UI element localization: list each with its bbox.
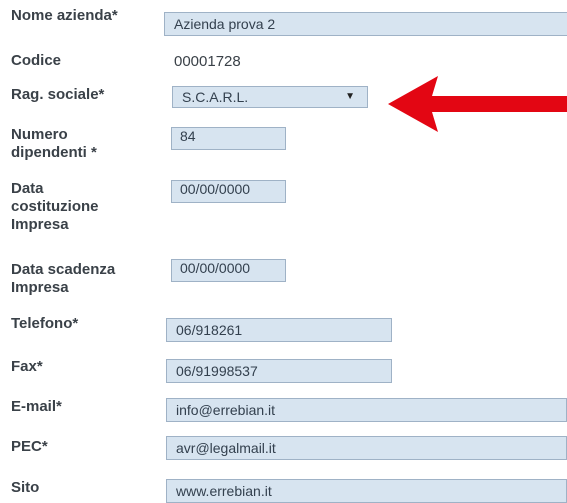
label-rag-sociale: Rag. sociale* (11, 86, 105, 103)
label-telefono: Telefono* (11, 315, 79, 332)
sito-input[interactable]: www.errebian.it (166, 479, 567, 503)
red-arrow-annotation-icon (388, 76, 567, 132)
label-numero-dipendenti-line2: dipendenti * (11, 144, 97, 161)
label-data-costituzione-line1: Data (11, 180, 44, 197)
rag-sociale-select[interactable]: S.C.A.R.L. ▼ (172, 86, 368, 108)
numero-dipendenti-input[interactable]: 84 (171, 127, 286, 150)
rag-sociale-selected-value: S.C.A.R.L. (182, 89, 249, 105)
codice-value: 00001728 (174, 53, 241, 70)
label-email: E-mail* (11, 398, 62, 415)
label-numero-dipendenti-line1: Numero (11, 126, 68, 143)
dropdown-triangle-icon: ▼ (345, 91, 355, 102)
fax-input[interactable]: 06/91998537 (166, 359, 392, 383)
pec-input[interactable]: avr@legalmail.it (166, 436, 567, 460)
telefono-input[interactable]: 06/918261 (166, 318, 392, 342)
label-data-costituzione: Data costituzione Impresa (11, 180, 99, 234)
label-numero-dipendenti: Numero dipendenti * (11, 126, 97, 162)
nome-azienda-input[interactable]: Azienda prova 2 (164, 12, 567, 36)
label-codice: Codice (11, 52, 62, 69)
label-data-scadenza: Data scadenza Impresa (11, 261, 115, 297)
label-nome-azienda: Nome azienda* (11, 7, 118, 24)
label-data-costituzione-line2: costituzione (11, 198, 99, 215)
email-input[interactable]: info@errebian.it (166, 398, 567, 422)
label-data-scadenza-line1: Data scadenza (11, 261, 116, 278)
data-scadenza-input[interactable]: 00/00/0000 (171, 259, 286, 282)
label-data-scadenza-line2: Impresa (11, 279, 69, 296)
label-data-costituzione-line3: Impresa (11, 216, 69, 233)
label-fax: Fax* (11, 358, 43, 375)
data-costituzione-input[interactable]: 00/00/0000 (171, 180, 286, 203)
label-sito: Sito (11, 479, 40, 496)
label-pec: PEC* (11, 438, 48, 455)
